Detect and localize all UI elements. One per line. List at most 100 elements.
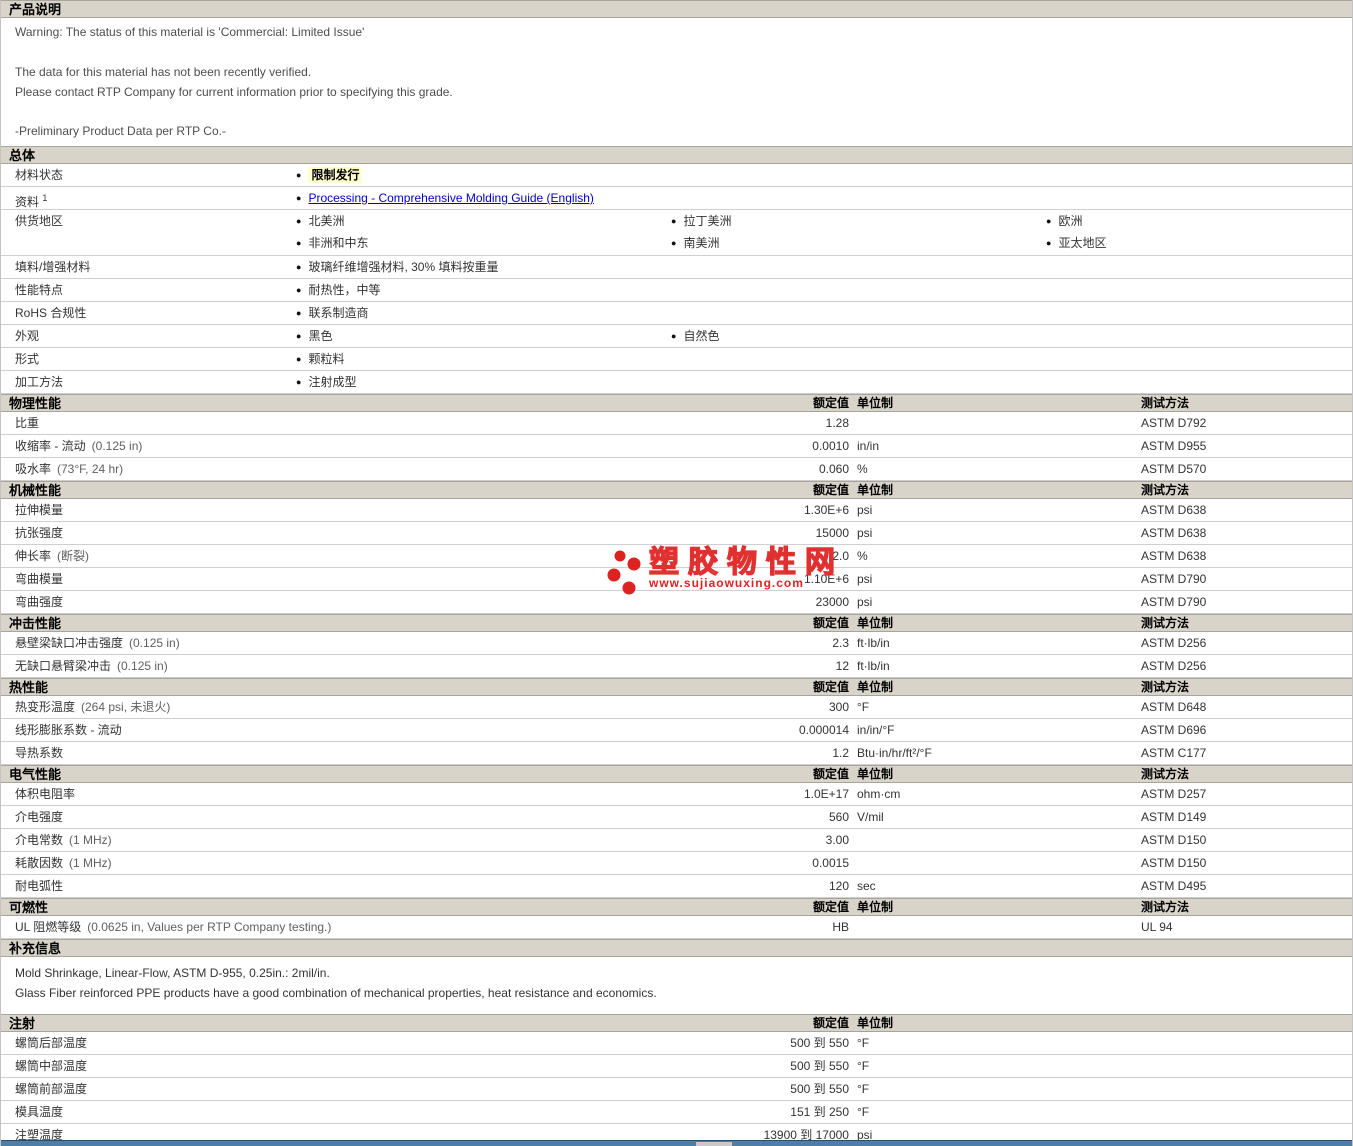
section-title: 补充信息	[9, 940, 61, 957]
property-label: 耗散因数(1 MHz)	[15, 852, 112, 874]
property-value: 120	[829, 875, 849, 897]
property-method: ASTM D149	[1141, 806, 1206, 828]
property-method: ASTM D257	[1141, 783, 1206, 805]
property-condition: (0.125 in)	[117, 659, 168, 673]
property-label: UL 阻燃等级(0.0625 in, Values per RTP Compan…	[15, 916, 331, 938]
property-label: 伸长率(断裂)	[15, 545, 89, 567]
property-condition: (73°F, 24 hr)	[57, 462, 123, 476]
col-header-value: 额定值	[813, 766, 849, 783]
section-title: 总体	[9, 147, 35, 164]
property-row: 吸水率(73°F, 24 hr) 0.060 % ASTM D570	[1, 458, 1352, 481]
status-highlight: 限制发行	[308, 167, 362, 183]
col-header-unit: 单位制	[857, 615, 893, 632]
property-method: ASTM D638	[1141, 522, 1206, 544]
section-header-supplemental: 补充信息	[1, 939, 1352, 957]
property-row: UL 阻燃等级(0.0625 in, Values per RTP Compan…	[1, 916, 1352, 939]
scrollbar-thumb[interactable]	[696, 1142, 732, 1146]
property-unit: V/mil	[857, 806, 884, 828]
property-label: 比重	[15, 412, 45, 434]
bullet-item: 注射成型	[296, 371, 356, 394]
property-method: ASTM D955	[1141, 435, 1206, 457]
property-row: 悬壁梁缺口冲击强度(0.125 in) 2.3 ft·lb/in ASTM D2…	[1, 632, 1352, 655]
col-header-unit: 单位制	[857, 679, 893, 696]
property-unit: °F	[857, 1032, 869, 1054]
property-unit: ft·lb/in	[857, 655, 890, 677]
property-value: 300	[829, 696, 849, 718]
property-value: 23000	[816, 591, 849, 613]
property-label: 螺筒中部温度	[15, 1055, 87, 1077]
property-method: ASTM D256	[1141, 632, 1206, 654]
property-value: 0.0010	[812, 435, 849, 457]
property-unit: psi	[857, 499, 872, 521]
col-header-value: 额定值	[813, 482, 849, 499]
bullet-item: Processing - Comprehensive Molding Guide…	[296, 187, 594, 210]
property-value: 1.2	[832, 742, 849, 764]
bullet-item: 限制发行	[296, 164, 362, 187]
property-row: 无缺口悬臂梁冲击(0.125 in) 12 ft·lb/in ASTM D256	[1, 655, 1352, 678]
property-value: 0.0015	[812, 852, 849, 874]
property-unit: °F	[857, 1055, 869, 1077]
property-value: 500 到 550	[790, 1078, 849, 1100]
property-unit: °F	[857, 696, 869, 718]
property-condition: (0.125 in)	[92, 439, 143, 453]
warning-line: The data for this material has not been …	[15, 65, 1352, 79]
property-condition: (断裂)	[57, 549, 89, 563]
property-label: 弯曲模量	[15, 568, 69, 590]
row-label: 材料状态	[15, 164, 63, 186]
property-row: 伸长率(断裂) 2.0 % ASTM D638	[1, 545, 1352, 568]
property-method: ASTM D495	[1141, 875, 1206, 897]
bullet-item: 颗粒料	[296, 348, 344, 371]
property-label: 吸水率(73°F, 24 hr)	[15, 458, 123, 480]
row-label: 性能特点	[15, 279, 63, 301]
supplemental-line: Mold Shrinkage, Linear-Flow, ASTM D-955,…	[15, 966, 1352, 980]
row-label: 供货地区	[15, 210, 63, 232]
col-header-unit: 单位制	[857, 899, 893, 916]
property-value: 500 到 550	[790, 1055, 849, 1077]
row-label: RoHS 合规性	[15, 302, 86, 324]
property-unit: psi	[857, 591, 872, 613]
property-value: 3.00	[826, 829, 849, 851]
injection-row: 螺筒前部温度 500 到 550 °F	[1, 1078, 1352, 1101]
section-header-electrical: 电气性能 额定值 单位制 测试方法	[1, 765, 1352, 783]
section-header-mechanical: 机械性能 额定值 单位制 测试方法	[1, 481, 1352, 499]
property-value: 560	[829, 806, 849, 828]
bullet-item: 自然色	[671, 325, 719, 348]
property-unit: %	[857, 545, 868, 567]
horizontal-scrollbar[interactable]	[1, 1140, 1352, 1146]
col-header-unit: 单位制	[857, 482, 893, 499]
section-header-general: 总体	[1, 146, 1352, 164]
section-header-thermal: 热性能 额定值 单位制 测试方法	[1, 678, 1352, 696]
property-value: 1.30E+6	[804, 499, 849, 521]
row-label: 外观	[15, 325, 39, 347]
property-value: HB	[832, 916, 849, 938]
property-value: 2.0	[832, 545, 849, 567]
col-header-unit: 单位制	[857, 395, 893, 412]
injection-row: 螺筒中部温度 500 到 550 °F	[1, 1055, 1352, 1078]
property-label: 无缺口悬臂梁冲击(0.125 in)	[15, 655, 168, 677]
page-title: 产品说明	[9, 1, 61, 18]
datasheet-page: 产品说明 Warning: The status of this materia…	[0, 0, 1353, 1146]
footnote-marker: 1	[42, 193, 47, 203]
section-title: 机械性能	[9, 482, 61, 499]
molding-guide-link[interactable]: Processing - Comprehensive Molding Guide…	[308, 191, 593, 205]
property-unit: sec	[857, 875, 876, 897]
property-unit: in/in/°F	[857, 719, 894, 741]
section-header-impact: 冲击性能 额定值 单位制 测试方法	[1, 614, 1352, 632]
property-unit: ft·lb/in	[857, 632, 890, 654]
col-header-unit: 单位制	[857, 1015, 893, 1032]
property-value: 0.060	[819, 458, 849, 480]
section-title: 冲击性能	[9, 615, 61, 632]
property-value: 0.000014	[799, 719, 849, 741]
row-label: 填料/增强材料	[15, 256, 90, 278]
col-header-method: 测试方法	[1141, 395, 1189, 412]
col-header-unit: 单位制	[857, 766, 893, 783]
property-row: 抗张强度 15000 psi ASTM D638	[1, 522, 1352, 545]
property-unit: in/in	[857, 435, 879, 457]
property-row: 弯曲强度 23000 psi ASTM D790	[1, 591, 1352, 614]
col-header-value: 额定值	[813, 395, 849, 412]
property-method: ASTM D150	[1141, 852, 1206, 874]
general-row-form: 形式 颗粒料	[1, 348, 1352, 371]
property-unit: %	[857, 458, 868, 480]
region-item: 南美洲	[671, 232, 719, 255]
property-value: 2.3	[832, 632, 849, 654]
